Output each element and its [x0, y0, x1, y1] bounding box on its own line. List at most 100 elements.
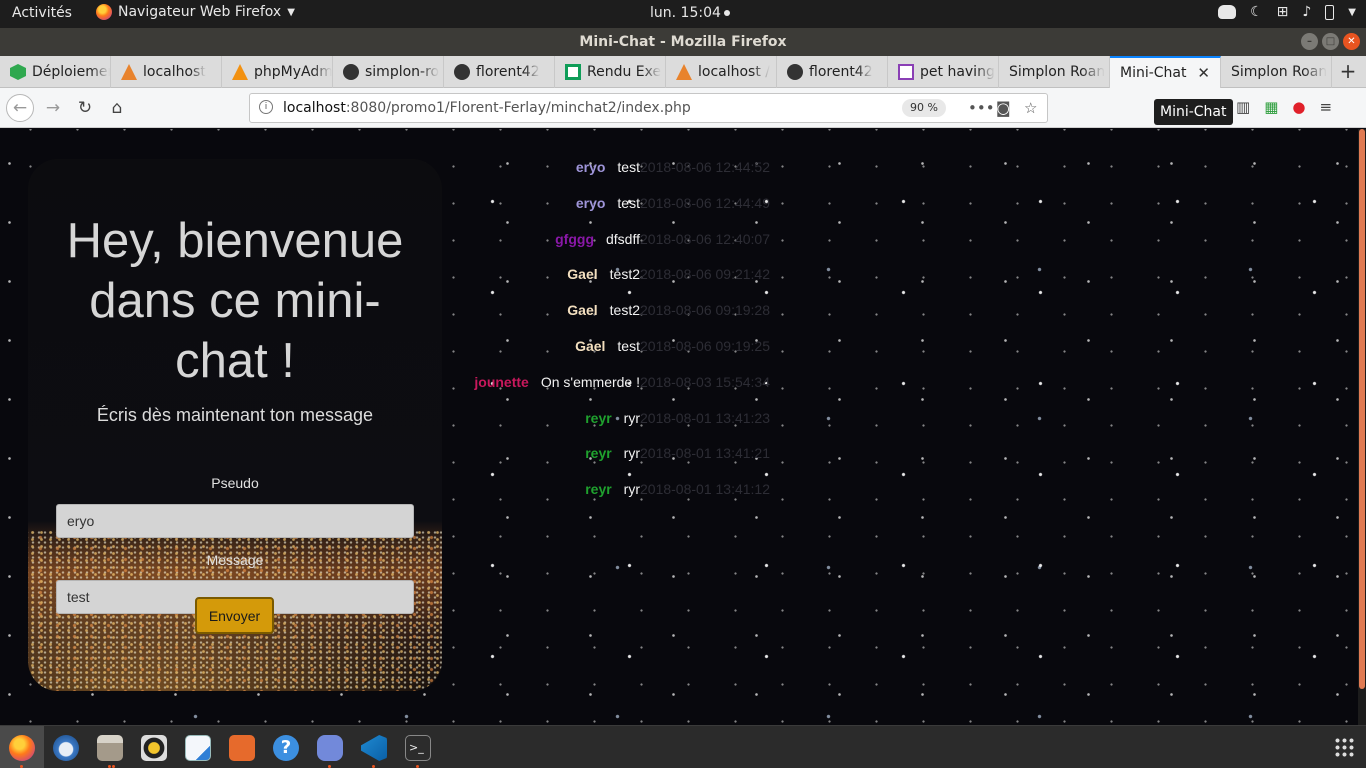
dock-files[interactable] — [88, 726, 132, 768]
chat-message: Gael test2 2018-08-06 09:21:42 — [0, 266, 800, 286]
chat-message: gfggg dfsdff 2018-08-06 12:40:07 — [0, 231, 800, 251]
show-applications-icon[interactable] — [1334, 737, 1354, 757]
tab-simplon-roan-2[interactable]: Simplon Roan — [1221, 56, 1332, 88]
message-text: test2 — [609, 266, 640, 282]
dock-discord[interactable] — [308, 726, 352, 768]
tab-pet-having[interactable]: pet having — [888, 56, 999, 88]
clock-label: lun. 15:04 — [650, 5, 721, 21]
message-text: On s'emmerde ! — [540, 374, 640, 390]
zoom-badge[interactable]: 90 % — [902, 99, 946, 117]
github-icon — [454, 64, 470, 80]
message-author: reyr — [585, 410, 612, 426]
github-icon — [787, 64, 803, 80]
tab-label: localhost / — [698, 64, 771, 80]
message-timestamp: 2018-08-06 12:40:07 — [640, 231, 770, 247]
home-icon[interactable]: ⌂ — [104, 95, 130, 121]
dock-terminal[interactable]: >_ — [396, 726, 440, 768]
tomato-extension-icon[interactable]: ● — [1292, 98, 1305, 116]
hamburger-menu-icon[interactable]: ≡ — [1319, 98, 1332, 116]
pocket-icon[interactable]: ◙ — [996, 99, 1011, 117]
power-menu-icon: ▼ — [1348, 6, 1356, 18]
dock-firefox[interactable] — [0, 726, 44, 768]
gnome-top-bar: Activités Navigateur Web Firefox ▼ lun. … — [0, 0, 1366, 28]
site-info-icon[interactable]: i — [259, 100, 273, 114]
network-icon: ⊞ — [1276, 4, 1289, 20]
bolt-icon — [10, 64, 26, 80]
tab-label: Simplon Roan — [1231, 64, 1328, 80]
tab-mini-chat[interactable]: Mini-Chat ✕ — [1110, 56, 1221, 88]
tooltip: Mini-Chat — [1154, 99, 1233, 125]
window-controls: – □ ✕ — [1301, 33, 1360, 50]
scrollbar-thumb[interactable] — [1359, 129, 1365, 689]
message-text: ryr — [623, 410, 640, 426]
dock-thunderbird[interactable] — [44, 726, 88, 768]
tab-florent42-2[interactable]: florent42 — [777, 56, 888, 88]
dock-software-center[interactable] — [220, 726, 264, 768]
chat-message: reyr ryr 2018-08-01 13:41:23 — [0, 410, 800, 430]
pseudo-input[interactable] — [56, 504, 414, 538]
tab-phpmyadmin[interactable]: phpMyAdmin — [222, 56, 333, 88]
tab-deploiement[interactable]: Déploiement — [0, 56, 111, 88]
reload-icon[interactable]: ↻ — [72, 95, 98, 121]
message-timestamp: 2018-08-06 12:44:49 — [640, 195, 770, 211]
window-title-bar: Mini-Chat - Mozilla Firefox – □ ✕ — [0, 28, 1366, 56]
tab-florent42[interactable]: florent42 — [444, 56, 555, 88]
close-tab-icon[interactable]: ✕ — [1197, 64, 1210, 82]
dock-rhythmbox[interactable] — [132, 726, 176, 768]
dock-help[interactable]: ? — [264, 726, 308, 768]
close-window-button[interactable]: ✕ — [1343, 33, 1360, 50]
chat-message: eryo test 2018-08-06 12:44:49 — [0, 195, 800, 215]
message-text: test — [617, 195, 640, 211]
message-timestamp: 2018-08-03 15:54:34 — [640, 374, 770, 390]
firefox-icon — [9, 735, 35, 761]
system-tray[interactable]: ☾ ⊞ ♪ ▼ — [1218, 4, 1356, 20]
send-button[interactable]: Envoyer — [195, 597, 274, 634]
chat-message: Gael test 2018-08-06 09:19:25 — [0, 338, 800, 358]
tab-label: phpMyAdmin — [254, 64, 332, 80]
dock-vscode[interactable] — [352, 726, 396, 768]
tab-localhost-2[interactable]: localhost / — [666, 56, 777, 88]
app-menu[interactable]: Navigateur Web Firefox ▼ — [96, 4, 295, 20]
toolbar-icons: ▥ ▦ ● ≡ — [1236, 98, 1332, 116]
message-author: Gael — [567, 266, 598, 282]
message-text: ryr — [623, 481, 640, 497]
window-title: Mini-Chat - Mozilla Firefox — [579, 34, 787, 50]
url-bar[interactable]: i localhost:8080/promo1/Florent-Ferlay/m… — [249, 93, 1048, 123]
clock[interactable]: lun. 15:04 — [650, 5, 730, 21]
message-label: Message — [206, 552, 264, 568]
tab-label: Déploiement — [32, 64, 110, 80]
extension-icon[interactable]: ▦ — [1264, 98, 1278, 116]
message-author: Gael — [575, 338, 606, 354]
discord-icon[interactable] — [1218, 5, 1237, 19]
bookmark-star-icon[interactable]: ☆ — [1024, 99, 1037, 117]
tab-localhost[interactable]: localhost — [111, 56, 222, 88]
forward-arrow-icon[interactable]: → — [40, 95, 66, 121]
help-icon: ? — [273, 735, 299, 761]
github-icon — [343, 64, 359, 80]
activities-button[interactable]: Activités — [12, 5, 72, 21]
desktop: Activités Navigateur Web Firefox ▼ lun. … — [0, 0, 1366, 768]
new-tab-button[interactable]: + — [1332, 56, 1364, 88]
tab-rendu-exe[interactable]: Rendu Exe — [555, 56, 666, 88]
discord-icon — [317, 735, 343, 761]
url-text[interactable]: localhost:8080/promo1/Florent-Ferlay/min… — [283, 100, 691, 116]
url-host: localhost — [283, 100, 346, 116]
minimize-button[interactable]: – — [1301, 33, 1318, 50]
sidebar-icon[interactable]: ▥ — [1236, 98, 1250, 116]
maximize-button[interactable]: □ — [1322, 33, 1339, 50]
back-arrow-icon[interactable]: ← — [6, 94, 34, 122]
message-timestamp: 2018-08-06 12:44:52 — [640, 159, 770, 175]
message-author: reyr — [585, 445, 612, 461]
tab-label: Mini-Chat — [1120, 65, 1187, 81]
tab-label: simplon-ro — [365, 64, 440, 80]
tab-simplon-roan[interactable]: Simplon Roan — [999, 56, 1110, 88]
phpmyadmin-icon — [232, 64, 248, 80]
page-actions-icon[interactable]: ••• — [968, 99, 995, 117]
message-author: reyr — [585, 481, 612, 497]
dock-libreoffice-writer[interactable] — [176, 726, 220, 768]
tab-simplon-ro[interactable]: simplon-ro — [333, 56, 444, 88]
chevron-down-icon: ▼ — [287, 6, 295, 18]
tab-bar: Déploiement localhost phpMyAdmin simplon… — [0, 56, 1366, 88]
chat-message: eryo test 2018-08-06 12:44:52 — [0, 159, 800, 179]
page-scrollbar[interactable] — [1358, 129, 1366, 725]
